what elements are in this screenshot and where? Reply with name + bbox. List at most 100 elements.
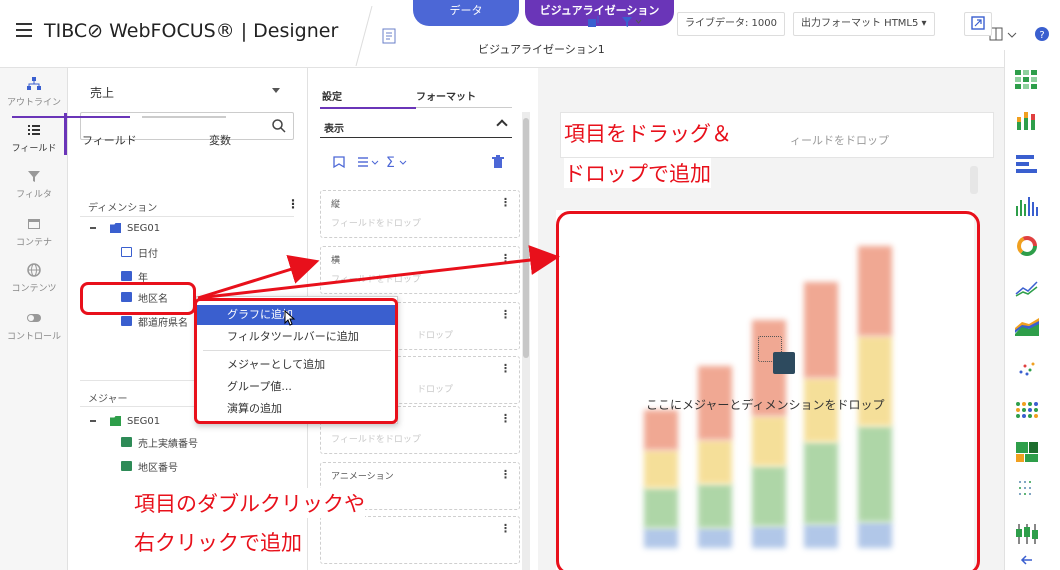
tag-icon[interactable]	[333, 156, 345, 169]
svg-text:?: ?	[1039, 30, 1044, 41]
collapse-icon[interactable]	[90, 227, 96, 229]
boxplot-icon[interactable]	[1014, 522, 1040, 546]
arrow-left-icon[interactable]	[1014, 552, 1040, 568]
highlight-field-box	[80, 282, 196, 315]
treemap-icon[interactable]	[1014, 440, 1040, 464]
sidebar-label: フィールド	[11, 144, 57, 154]
horizontal-bar-icon[interactable]	[1014, 152, 1040, 176]
sidebar-item-container[interactable]: コンテナ	[0, 216, 68, 248]
tab-format-underline	[416, 107, 512, 108]
sigma-icon[interactable]: Σ	[386, 155, 407, 171]
measures-title: メジャー	[88, 394, 128, 405]
field-label: 日付	[138, 248, 158, 260]
canvas-scrollbar[interactable]	[970, 166, 978, 194]
datasource-select[interactable]: 売上	[90, 84, 280, 104]
bucket-name: 縦	[331, 200, 341, 210]
filter-dropdown-icon[interactable]	[614, 12, 650, 36]
bucket-name: アニメーション	[331, 472, 394, 482]
vertical-bar-icon[interactable]	[1014, 194, 1040, 218]
folder-icon	[110, 416, 121, 426]
bucket-drop-hint: フィールドをドロップ	[331, 435, 421, 445]
sidebar-active-indicator	[64, 113, 67, 155]
highlight-chart-box	[556, 211, 980, 570]
annotation-double-click-2: 右クリックで追加	[134, 527, 302, 557]
numeric-field-icon	[121, 461, 132, 471]
left-sidebar: アウトライン フィールド フィルタ コンテナ コンテンツ コントロール	[0, 68, 68, 570]
sort-desc-icon[interactable]	[580, 12, 608, 36]
dimensions-title: ディメンション	[88, 203, 158, 214]
bucket-toolbar: Σ	[333, 155, 504, 171]
field-prefecture-name[interactable]: 都道府県名	[121, 313, 188, 329]
caret-down-icon	[272, 88, 280, 93]
sidebar-item-filter[interactable]: フィルタ	[0, 168, 68, 200]
annotation-drag-drop-2: ドロップで追加	[564, 158, 711, 188]
bubble-matrix-icon[interactable]	[1014, 398, 1040, 422]
sidebar-label: フィルタ	[16, 190, 52, 200]
sidebar-label: コンテナ	[15, 238, 52, 248]
stacked-bar-icon[interactable]	[1014, 108, 1040, 132]
bucket-menu-icon[interactable]: ⋮	[500, 522, 511, 535]
sidebar-item-content[interactable]: コンテンツ	[0, 262, 68, 294]
annotation-drag-drop-1: 項目をドラッグ＆	[564, 118, 732, 148]
tab-data[interactable]: データ	[413, 0, 519, 26]
sidebar-label: コンテンツ	[11, 284, 57, 294]
field-region-number[interactable]: 地区番号	[121, 458, 178, 474]
field-sales-number[interactable]: 売上実績番号	[121, 434, 198, 450]
tab-variables-underline	[142, 116, 226, 118]
section-display-header[interactable]: 表示	[320, 112, 512, 138]
divider-slash	[355, 6, 373, 66]
sidebar-label: コントロール	[6, 332, 61, 342]
sidebar-item-control[interactable]: コントロール	[0, 310, 68, 342]
hamburger-icon[interactable]	[16, 23, 32, 37]
document-icon[interactable]	[382, 28, 396, 44]
numeric-field-icon	[121, 437, 132, 447]
section-divider	[80, 216, 294, 217]
alpha-field-icon	[121, 316, 132, 326]
trash-icon[interactable]	[492, 155, 504, 168]
scatter-icon[interactable]	[1014, 356, 1040, 380]
tree-folder-measures[interactable]: SEG01	[90, 413, 160, 429]
layout-toggle-icon[interactable]	[988, 24, 1018, 44]
bucket-vertical[interactable]: 縦 ⋮ フィールドをドロップ	[320, 190, 520, 238]
bucket-drop-hint: ドロップ	[417, 331, 454, 341]
container-icon	[28, 219, 40, 229]
sort-icon[interactable]	[358, 157, 379, 167]
field-date[interactable]: 日付	[121, 244, 158, 260]
tab-fields-underline	[12, 116, 130, 118]
help-icon[interactable]: ?	[1034, 24, 1050, 44]
heatmap-icon[interactable]	[1014, 68, 1040, 92]
tab-variables[interactable]: 変数	[209, 132, 231, 148]
tab-settings[interactable]: 設定	[322, 88, 342, 103]
bucket-menu-icon[interactable]: ⋮	[500, 412, 511, 425]
tree-folder-dimensions[interactable]: SEG01	[90, 220, 160, 236]
line-icon[interactable]	[1014, 276, 1040, 300]
output-format-select[interactable]: 出力フォーマット HTML5 ▾	[793, 12, 935, 36]
filter-icon	[28, 171, 40, 182]
bucket-drop-hint: ドロップ	[417, 385, 454, 395]
donut-icon[interactable]	[1014, 234, 1040, 258]
bucket-7[interactable]: ⋮	[320, 516, 520, 564]
chevron-up-icon[interactable]	[496, 119, 508, 131]
sidebar-item-fields[interactable]: フィールド	[0, 122, 68, 154]
bucket-menu-icon[interactable]: ⋮	[500, 196, 511, 209]
dot-grid-icon[interactable]	[1014, 476, 1040, 500]
field-label: 都道府県名	[138, 317, 188, 329]
visualization-name[interactable]: ビジュアライゼーション1	[478, 41, 605, 57]
search-icon[interactable]	[271, 118, 287, 134]
bucket-menu-icon[interactable]: ⋮	[500, 468, 511, 481]
area-icon[interactable]	[1014, 314, 1040, 338]
fields-icon	[28, 125, 40, 135]
tab-format[interactable]: フォーマット	[416, 88, 476, 103]
sidebar-item-outline[interactable]: アウトライン	[0, 76, 68, 108]
svg-text:Σ: Σ	[386, 155, 395, 171]
bucket-menu-icon[interactable]: ⋮	[500, 362, 511, 375]
live-data-button[interactable]: ライブデータ: 1000	[677, 12, 785, 36]
collapse-icon[interactable]	[90, 420, 96, 422]
toggle-icon	[27, 314, 41, 322]
scrollbar-thumb[interactable]	[523, 118, 529, 358]
folder-label: SEG01	[127, 415, 161, 427]
tab-fields[interactable]: フィールド	[82, 132, 137, 148]
expand-icon[interactable]	[964, 12, 992, 36]
bucket-menu-icon[interactable]: ⋮	[500, 308, 511, 321]
folder-label: SEG01	[127, 222, 161, 234]
